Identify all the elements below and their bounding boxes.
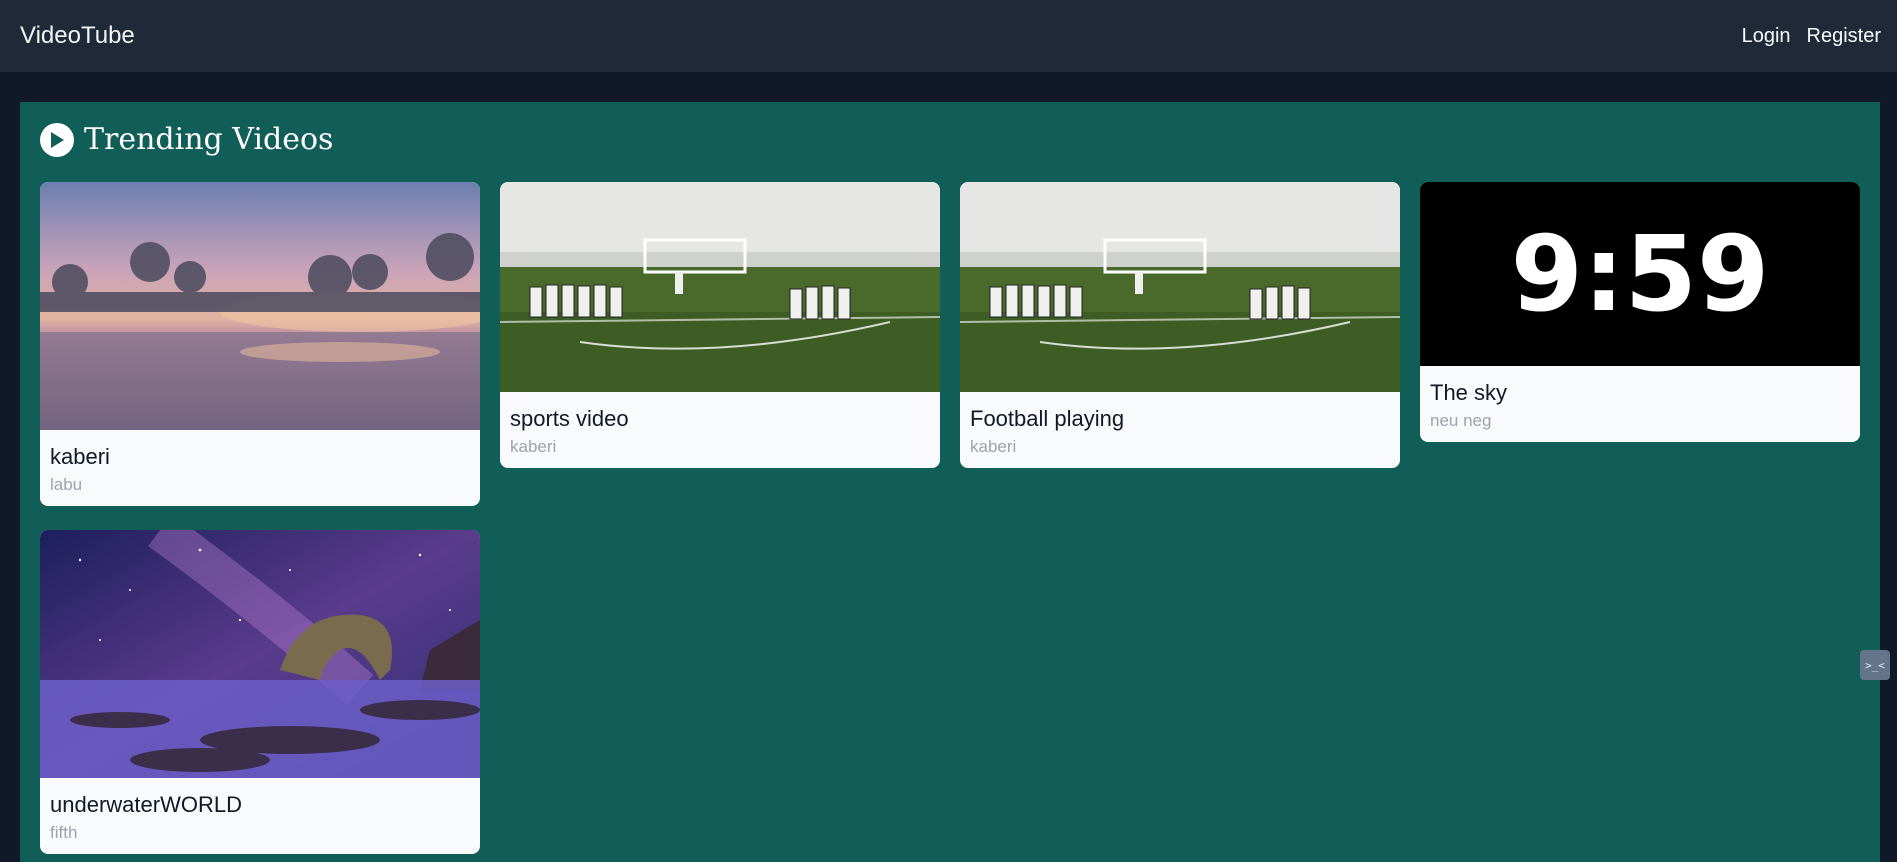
video-card[interactable]: underwaterWORLD fifth — [40, 530, 480, 854]
video-card[interactable]: Football playing kaberi — [960, 182, 1400, 468]
top-navbar: VideoTube Login Register — [0, 0, 1897, 72]
card-body: underwaterWORLD fifth — [40, 778, 480, 854]
section-title: Trending Videos — [84, 122, 334, 157]
countdown-text: 9:59 — [1510, 213, 1770, 335]
video-title[interactable]: sports video — [510, 406, 930, 432]
video-author: kaberi — [510, 437, 557, 456]
trending-panel: Trending Videos kaberi labu sports video… — [20, 102, 1880, 862]
video-thumbnail-football — [500, 182, 940, 392]
video-card[interactable]: kaberi labu — [40, 182, 480, 506]
devtools-icon[interactable]: >_< — [1860, 650, 1890, 680]
video-author: fifth — [50, 823, 78, 842]
card-body: Football playing kaberi — [960, 392, 1400, 468]
section-header: Trending Videos — [40, 122, 333, 157]
video-title[interactable]: Football playing — [970, 406, 1390, 432]
video-thumbnail-football — [960, 182, 1400, 392]
play-circle-icon — [40, 122, 74, 157]
card-body: sports video kaberi — [500, 392, 940, 468]
card-body: The sky neu neg — [1420, 366, 1860, 442]
video-author: kaberi — [970, 437, 1017, 456]
login-link[interactable]: Login — [1742, 25, 1791, 48]
video-card[interactable]: sports video kaberi — [500, 182, 940, 468]
video-card[interactable]: 9:59 The sky neu neg — [1420, 182, 1860, 442]
video-title[interactable]: underwaterWORLD — [50, 792, 470, 818]
video-title[interactable]: The sky — [1430, 380, 1850, 406]
video-thumbnail-countdown: 9:59 — [1420, 182, 1860, 366]
video-thumbnail-night-sky — [40, 530, 480, 778]
video-author: neu neg — [1430, 411, 1492, 430]
video-author: labu — [50, 475, 83, 494]
register-link[interactable]: Register — [1807, 25, 1881, 48]
nav-links: Login Register — [1742, 25, 1881, 48]
brand-logo[interactable]: VideoTube — [20, 22, 135, 50]
video-title[interactable]: kaberi — [50, 444, 470, 470]
video-thumbnail-misty-lake — [40, 182, 480, 430]
card-body: kaberi labu — [40, 430, 480, 506]
